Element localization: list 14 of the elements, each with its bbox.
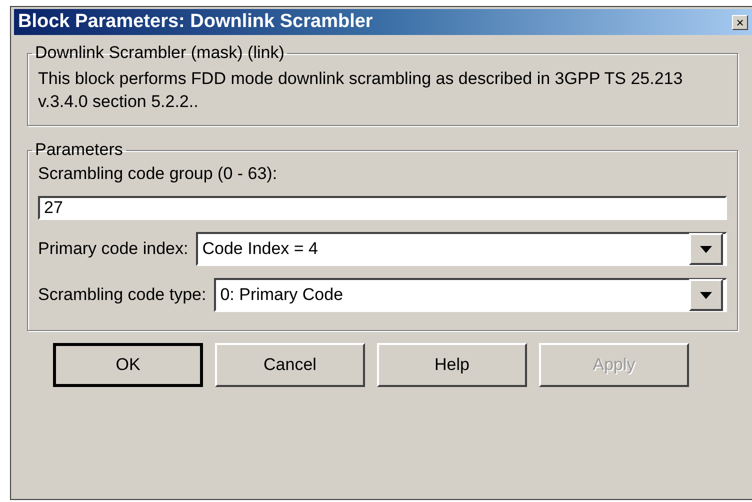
input-field[interactable]: 27 [38,196,727,220]
field-label: Primary code index: [38,239,188,259]
dropdown[interactable]: Code Index = 4 [196,232,727,266]
description-text: This block performs FDD mode downlink scrambling as described in 3GPP TS 25.213 v.3.4.0 section 5.2.2.. [38,68,684,113]
window-title: Block Parameters: Downlink Scrambler [18,11,373,33]
close-button[interactable]: × [732,14,748,30]
dialog-button[interactable]: Help [377,343,527,387]
field-label: Scrambling code group (0 - 63): [38,164,278,184]
group-title: Parameters [34,140,124,160]
dialog-button[interactable]: OK [53,343,203,387]
field-label: Scrambling code type: [38,285,206,305]
group-title: Downlink Scrambler (mask) (link) [34,43,286,63]
dropdown[interactable]: 0: Primary Code [214,278,727,312]
dialog-button[interactable]: Cancel [215,343,365,387]
